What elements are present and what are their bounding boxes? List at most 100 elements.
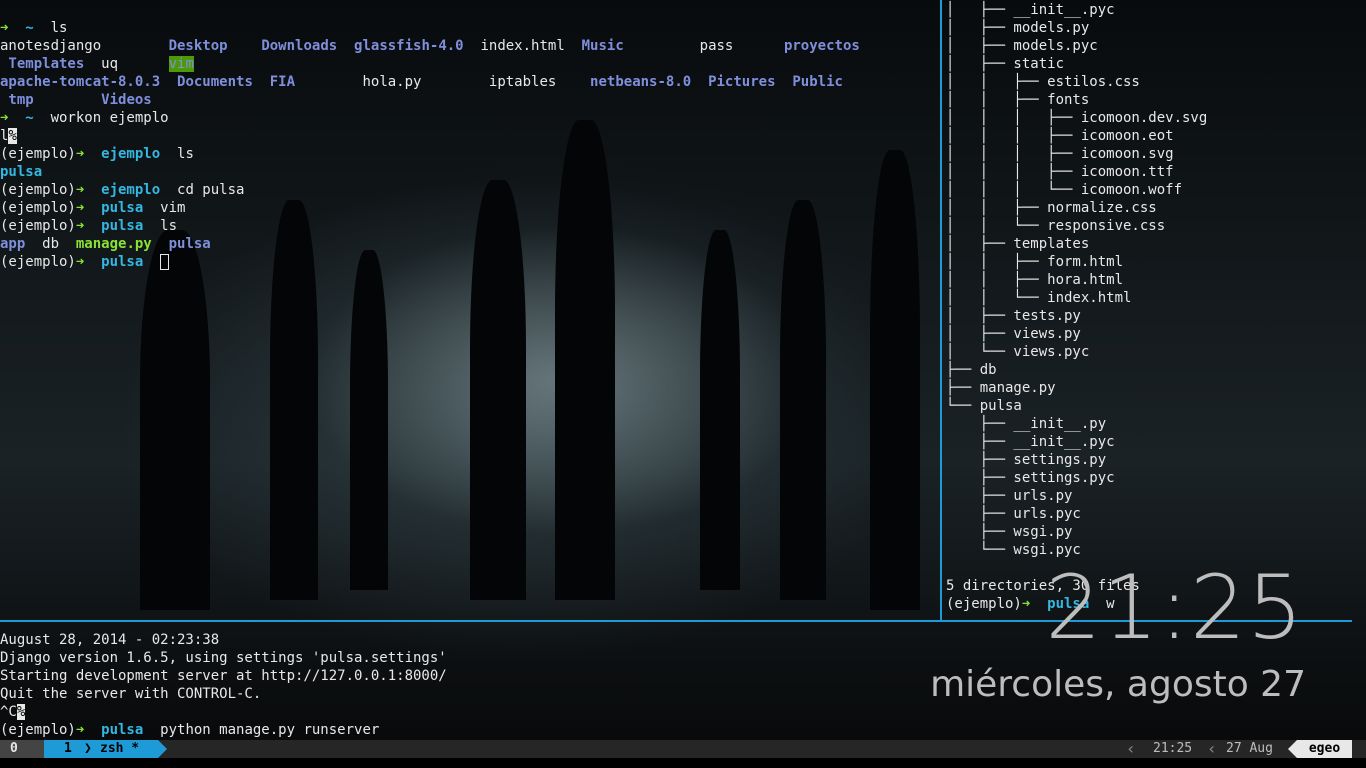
terminal-text: apache-tomcat-8.0.3 bbox=[0, 74, 161, 90]
chevron-left-icon: ‹ bbox=[1207, 739, 1217, 758]
terminal-text: ls bbox=[177, 146, 194, 162]
terminal-line: ├── settings.pyc bbox=[946, 469, 1115, 487]
terminal-text: netbeans-8.0 bbox=[590, 74, 692, 90]
terminal-line: (ejemplo)➜ pulsa ls bbox=[0, 217, 177, 235]
terminal-line: │ ├── static bbox=[946, 55, 1064, 73]
terminal-line: │ │ ├── form.html bbox=[946, 253, 1123, 271]
tree-terminal-pane[interactable]: │ ├── __init__.pyc │ ├── models.py │ ├── m… bbox=[945, 0, 1366, 618]
terminal-line: │ │ ├── estilos.css bbox=[946, 73, 1140, 91]
terminal-text: │ │ │ ├── icomoon.svg bbox=[946, 146, 1174, 162]
terminal-line: Quit the server with CONTROL-C. bbox=[0, 685, 261, 703]
terminal-text: ├── __init__.pyc bbox=[946, 434, 1115, 450]
terminal-text: (ejemplo) bbox=[0, 722, 76, 738]
terminal-line: │ ├── views.py bbox=[946, 325, 1081, 343]
screen-bottom-edge bbox=[0, 758, 1366, 768]
terminal-line: │ │ └── index.html bbox=[946, 289, 1131, 307]
tmux-window-tab-arrow bbox=[158, 740, 167, 758]
terminal-text: uq bbox=[84, 56, 169, 72]
terminal-line: Django version 1.6.5, using settings 'pu… bbox=[0, 649, 447, 667]
terminal-text: Pictures bbox=[708, 74, 776, 90]
tmux-session-label[interactable]: 0 bbox=[0, 740, 44, 758]
terminal-line: pulsa bbox=[0, 163, 42, 181]
terminal-text: │ ├── views.py bbox=[946, 326, 1081, 342]
terminal-line: (ejemplo)➜ pulsa python manage.py runser… bbox=[0, 721, 379, 738]
terminal-text: % bbox=[8, 128, 17, 144]
terminal-text: │ │ ├── estilos.css bbox=[946, 74, 1140, 90]
terminal-text: ls bbox=[50, 20, 68, 36]
terminal-text: index.html bbox=[463, 38, 582, 54]
terminal-text: │ ├── models.pyc bbox=[946, 38, 1098, 54]
tmux-window-index: 1 bbox=[64, 741, 72, 756]
terminal-text: manage.py bbox=[75, 236, 152, 252]
terminal-line: Starting development server at http://12… bbox=[0, 667, 447, 685]
terminal-text: ~ bbox=[16, 110, 51, 126]
terminal-text: │ │ └── responsive.css bbox=[946, 218, 1166, 234]
terminal-line: │ │ └── responsive.css bbox=[946, 217, 1165, 235]
terminal-text: vim bbox=[168, 56, 194, 72]
prompt-arrow-icon: ➜ bbox=[75, 200, 93, 216]
tmux-window-tab[interactable]: 1 ❯ zsh * bbox=[44, 740, 158, 758]
terminal-text: (ejemplo) bbox=[0, 182, 76, 198]
terminal-text: ├── urls.pyc bbox=[946, 506, 1081, 522]
terminal-text: │ │ ├── hora.html bbox=[946, 272, 1124, 288]
terminal-text: Documents bbox=[177, 74, 253, 90]
terminal-text: hola.py iptables bbox=[295, 74, 591, 90]
terminal-text: └── pulsa bbox=[946, 398, 1022, 414]
prompt-arrow-icon: ➜ bbox=[0, 20, 17, 36]
tmux-status-bar: 0 1 ❯ zsh * ‹ 21:25 ‹ 27 Aug egeo bbox=[0, 740, 1366, 758]
terminal-line: │ ├── tests.py bbox=[946, 307, 1081, 325]
tmux-host-arrow bbox=[1288, 740, 1297, 758]
terminal-text: │ │ └── index.html bbox=[946, 290, 1132, 306]
terminal-text: ejemplo bbox=[92, 146, 178, 162]
left-terminal-pane[interactable]: ➜ ~ ls anotesdjango Desktop Downloads gla… bbox=[0, 0, 938, 618]
terminal-line: ^C% bbox=[0, 703, 26, 721]
terminal-cursor[interactable] bbox=[160, 254, 170, 270]
terminal-text: app bbox=[0, 236, 26, 252]
terminal-text: proyectos bbox=[783, 38, 860, 54]
terminal-line: tmp Videos bbox=[0, 91, 151, 109]
terminal-line: │ ├── models.py bbox=[946, 19, 1089, 37]
prompt-arrow-icon: ➜ bbox=[75, 146, 93, 162]
terminal-text: │ │ ├── form.html bbox=[946, 254, 1124, 270]
terminal-text: % bbox=[16, 704, 26, 720]
terminal-text: │ │ ├── fonts bbox=[946, 92, 1090, 108]
terminal-line: ➜ ~ workon ejemplo bbox=[0, 109, 169, 127]
terminal-line: │ │ ├── normalize.css bbox=[946, 199, 1157, 217]
terminal-text: │ ├── static bbox=[946, 56, 1065, 72]
prompt-arrow-icon: ➜ bbox=[0, 110, 17, 126]
terminal-text: (ejemplo) bbox=[946, 596, 1022, 612]
pane-divider-vertical[interactable] bbox=[940, 0, 942, 622]
terminal-text: pulsa bbox=[92, 218, 161, 234]
terminal-line: │ │ ├── fonts bbox=[946, 91, 1089, 109]
tmux-window-name: zsh * bbox=[100, 741, 140, 756]
terminal-text: ejemplo bbox=[92, 182, 178, 198]
terminal-text: pulsa bbox=[92, 254, 161, 270]
terminal-line: (ejemplo)➜ pulsa vim bbox=[0, 199, 185, 217]
terminal-text: Quit the server with CONTROL-C. bbox=[0, 686, 262, 702]
terminal-line: app db manage.py pulsa bbox=[0, 235, 211, 253]
prompt-arrow-icon: ➜ bbox=[75, 254, 93, 270]
terminal-line: ├── urls.py bbox=[946, 487, 1073, 505]
terminal-text: ├── __init__.py bbox=[946, 416, 1107, 432]
terminal-text: python manage.py runserver bbox=[160, 722, 380, 738]
terminal-line: ├── settings.py bbox=[946, 451, 1106, 469]
terminal-text: ├── db bbox=[946, 362, 997, 378]
terminal-text: August 28, 2014 - 02:23:38 bbox=[0, 632, 220, 648]
prompt-arrow-icon: ➜ bbox=[75, 722, 93, 738]
terminal-text: │ ├── __init__.pyc bbox=[946, 2, 1115, 18]
desktop-clock-time: 21:25 bbox=[1045, 556, 1304, 659]
terminal-text: │ │ ├── normalize.css bbox=[946, 200, 1157, 216]
tmux-host-label: egeo bbox=[1297, 740, 1352, 758]
desktop-clock-date: miércoles, agosto 27 bbox=[930, 664, 1306, 705]
terminal-line: (ejemplo)➜ pulsa bbox=[0, 253, 170, 271]
terminal-text: ~ bbox=[16, 20, 51, 36]
terminal-text: │ ├── models.py bbox=[946, 20, 1090, 36]
terminal-line: │ ├── templates bbox=[946, 235, 1089, 253]
terminal-line: │ │ │ ├── icomoon.svg bbox=[946, 145, 1174, 163]
prompt-arrow-icon: ➜ bbox=[75, 182, 93, 198]
terminal-text: ├── urls.py bbox=[946, 488, 1073, 504]
